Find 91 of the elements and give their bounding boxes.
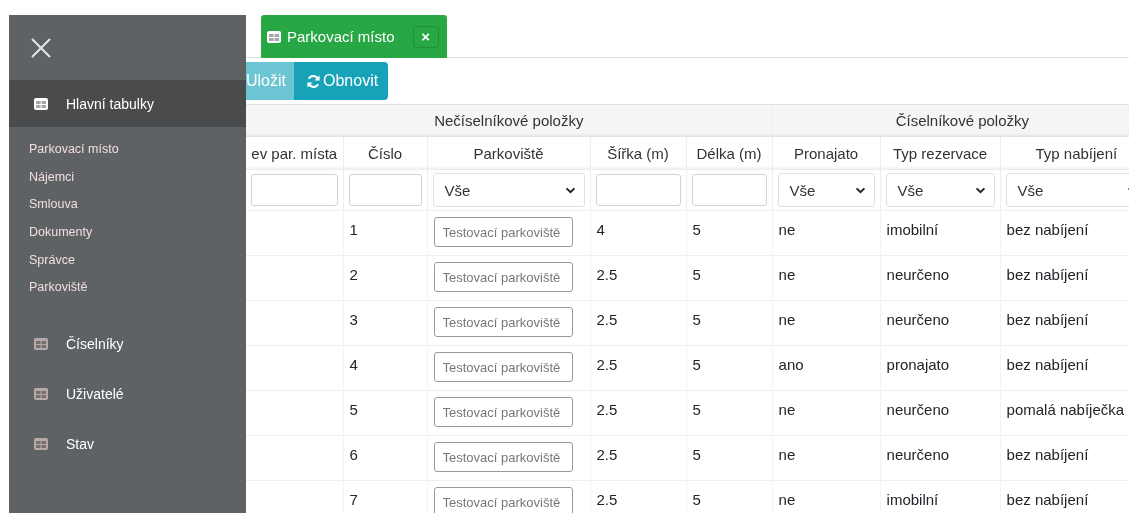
table-cell: neurčeno (886, 310, 950, 328)
table-cell: pomalá nabíječka (1006, 400, 1125, 418)
column-header: Číslo (343, 136, 427, 170)
table-icon (34, 97, 48, 110)
chevron-down-icon (854, 186, 866, 194)
table-cell: 2.5 (596, 265, 618, 283)
close-icon (29, 35, 53, 60)
table-cell: imobilní (886, 220, 939, 238)
sidebar-section[interactable]: Hlavní tabulky (9, 80, 246, 127)
table-icon (267, 30, 281, 43)
group-header: Číselníkové položky (772, 104, 1129, 137)
table-cell: ano (778, 355, 804, 373)
table-cell: 2.5 (596, 310, 618, 328)
chevron-down-icon (974, 186, 986, 194)
table-cell: 5 (692, 220, 701, 238)
parking-lot-field[interactable]: Testovací parkoviště (433, 262, 573, 292)
parking-lot-field[interactable]: Testovací parkoviště (433, 397, 573, 427)
column-header: Šířka (m) (590, 136, 686, 170)
filter-input[interactable] (251, 174, 338, 206)
sidebar-link[interactable]: Parkoviště (29, 277, 246, 306)
table-cell: neurčeno (886, 265, 950, 283)
column-header: ev par. místa (246, 136, 343, 170)
table-cell: 5 (692, 400, 701, 418)
table-cell: imobilní (886, 490, 939, 508)
table-cell: bez nabíjení (1006, 355, 1089, 373)
table-cell: ne (778, 220, 796, 238)
sidebar-link[interactable]: Smlouva (29, 194, 246, 223)
refresh-button[interactable]: Obnovit (294, 62, 389, 100)
column-header: Typ rezervace (880, 136, 1001, 170)
table-cell: 2.5 (596, 355, 618, 373)
sidebar-link[interactable]: Nájemci (29, 166, 246, 195)
filter-dropdown[interactable]: Vše (1005, 173, 1129, 207)
table-icon (34, 438, 48, 451)
parking-lot-field[interactable]: Testovací parkoviště (433, 217, 573, 247)
table-cell: ne (778, 490, 796, 508)
filter-input[interactable] (595, 174, 681, 206)
table-cell: bez nabíjení (1006, 490, 1089, 508)
close-button[interactable] (29, 35, 53, 60)
parking-lot-field[interactable]: Testovací parkoviště (433, 442, 573, 472)
sidebar-section[interactable]: Číselníky (9, 323, 246, 366)
filter-input[interactable] (348, 174, 422, 206)
table-cell: 2.5 (596, 400, 618, 418)
table-cell: 5 (692, 310, 701, 328)
sidebar-link[interactable]: Parkovací místo (29, 139, 246, 167)
chevron-down-icon (564, 186, 576, 194)
column-header: Pronajato (772, 136, 881, 170)
table-cell: 2.5 (596, 445, 618, 463)
refresh-icon (306, 73, 321, 89)
filter-dropdown[interactable]: Vše (885, 173, 995, 207)
table-cell: bez nabíjení (1006, 220, 1089, 238)
filter-input[interactable] (691, 174, 767, 206)
filter-dropdown[interactable]: Vše (432, 173, 585, 207)
filter-dropdown[interactable]: Vše (777, 173, 875, 207)
table-cell: 7 (349, 490, 358, 508)
table-cell: bez nabíjení (1006, 445, 1089, 463)
close-tab-button[interactable]: × (412, 25, 439, 48)
table-cell: 3 (349, 310, 358, 328)
table-cell: 5 (692, 445, 701, 463)
table-cell: 5 (692, 355, 701, 373)
table-cell: ne (778, 310, 796, 328)
table-cell: 4 (596, 220, 605, 238)
sidebar-section[interactable]: Uživatelé (9, 373, 246, 416)
table-cell: ne (778, 400, 796, 418)
table-cell: neurčeno (886, 445, 950, 463)
table-cell: 1 (349, 220, 358, 238)
table-icon (34, 388, 48, 401)
group-header: Nečíselníkové položky (246, 104, 773, 137)
table-icon (34, 338, 48, 351)
table-cell: bez nabíjení (1006, 265, 1089, 283)
table-cell: 2.5 (596, 490, 618, 508)
table-cell: 2 (349, 265, 358, 283)
table-cell: ne (778, 445, 796, 463)
table-cell: ne (778, 265, 796, 283)
sidebar-section[interactable]: Stav (9, 423, 246, 466)
table-cell: neurčeno (886, 400, 950, 418)
table-cell: bez nabíjení (1006, 310, 1089, 328)
column-header: Parkoviště (427, 136, 590, 170)
sidebar-link[interactable]: Správce (29, 249, 246, 278)
table-cell: 5 (349, 400, 358, 418)
table-cell: 5 (692, 490, 701, 508)
tab[interactable]: Parkovací místo × (261, 15, 447, 58)
parking-lot-field[interactable]: Testovací parkoviště (433, 487, 573, 513)
table-cell: 4 (349, 355, 358, 373)
sidebar-link[interactable]: Dokumenty (29, 222, 246, 250)
column-header: Typ nabíjení (1000, 136, 1129, 170)
column-header: Délka (m) (686, 136, 773, 170)
table-cell: pronajato (886, 355, 950, 373)
parking-lot-field[interactable]: Testovací parkoviště (433, 307, 573, 337)
table-cell: 6 (349, 445, 358, 463)
table-cell: 5 (692, 265, 701, 283)
parking-lot-field[interactable]: Testovací parkoviště (433, 352, 573, 382)
